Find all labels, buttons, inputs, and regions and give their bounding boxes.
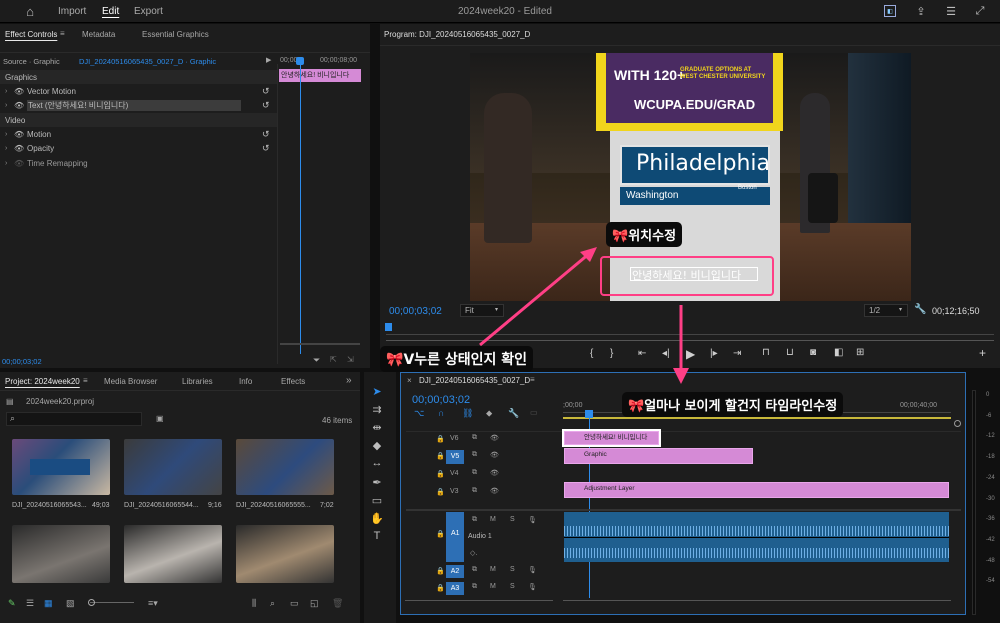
annotation-position: 🎀위치수정: [606, 222, 683, 247]
annotation-timeline: 🎀얼마나 보이게 할건지 타임라인수정: [622, 392, 844, 417]
annotation-vkey: 🎀V누른 상태인지 확인: [380, 346, 534, 372]
annotation-arrows: [479, 247, 689, 384]
